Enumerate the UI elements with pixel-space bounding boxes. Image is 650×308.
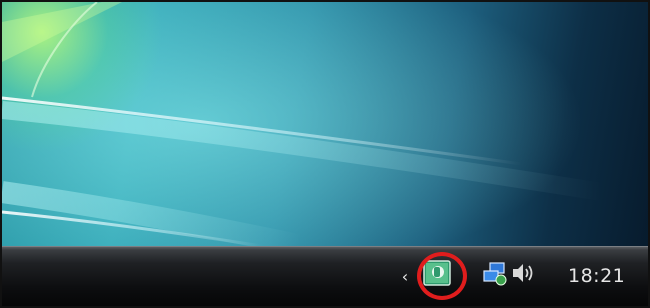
volume-icon-graphic [513, 264, 533, 282]
system-clock[interactable]: 18:21 [568, 265, 625, 287]
desktop-wallpaper [2, 2, 648, 246]
screenshot-frame: ‹ 18:21 [0, 0, 650, 308]
wallpaper-streaks [2, 2, 604, 246]
highlight-ring [417, 252, 467, 300]
network-icon-graphic [483, 262, 507, 286]
network-icon[interactable] [482, 261, 508, 287]
show-hidden-icons-button[interactable]: ‹ [398, 267, 412, 287]
volume-icon[interactable] [510, 261, 536, 285]
taskbar: ‹ 18:21 [2, 246, 648, 306]
